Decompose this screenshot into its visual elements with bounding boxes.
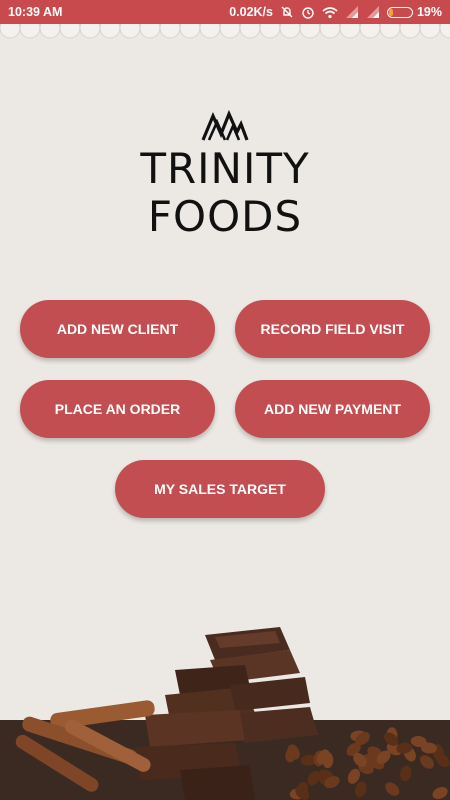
battery-indicator: 19% [386, 5, 442, 19]
wifi-icon [322, 6, 338, 19]
signal-icon [366, 6, 380, 18]
trinity-mountain-icon [201, 110, 249, 141]
alarm-icon [301, 5, 315, 19]
chocolate-coffee-illustration [0, 627, 450, 800]
add-new-client-button[interactable]: ADD NEW CLIENT [20, 300, 215, 358]
scallop-border [0, 24, 450, 39]
battery-icon [386, 6, 413, 18]
status-icons: 0.02K/s 19% [229, 5, 442, 19]
battery-percent: 19% [416, 5, 442, 19]
network-speed: 0.02K/s [229, 5, 273, 19]
brand-name-line2: FOODS [147, 192, 303, 241]
signal-icon [345, 6, 359, 18]
status-time: 10:39 AM [8, 5, 63, 19]
mute-icon [280, 5, 294, 19]
brand-logo: TRINITY FOODS [0, 110, 450, 238]
brand-name-line1: TRINITY [140, 144, 310, 193]
status-bar: 10:39 AM 0.02K/s 19% [0, 0, 450, 24]
my-sales-target-button[interactable]: MY SALES TARGET [115, 460, 325, 518]
add-new-payment-button[interactable]: ADD NEW PAYMENT [235, 380, 430, 438]
battery-level-fill [388, 8, 393, 16]
place-an-order-button[interactable]: PLACE AN ORDER [20, 380, 215, 438]
record-field-visit-button[interactable]: RECORD FIELD VISIT [235, 300, 430, 358]
